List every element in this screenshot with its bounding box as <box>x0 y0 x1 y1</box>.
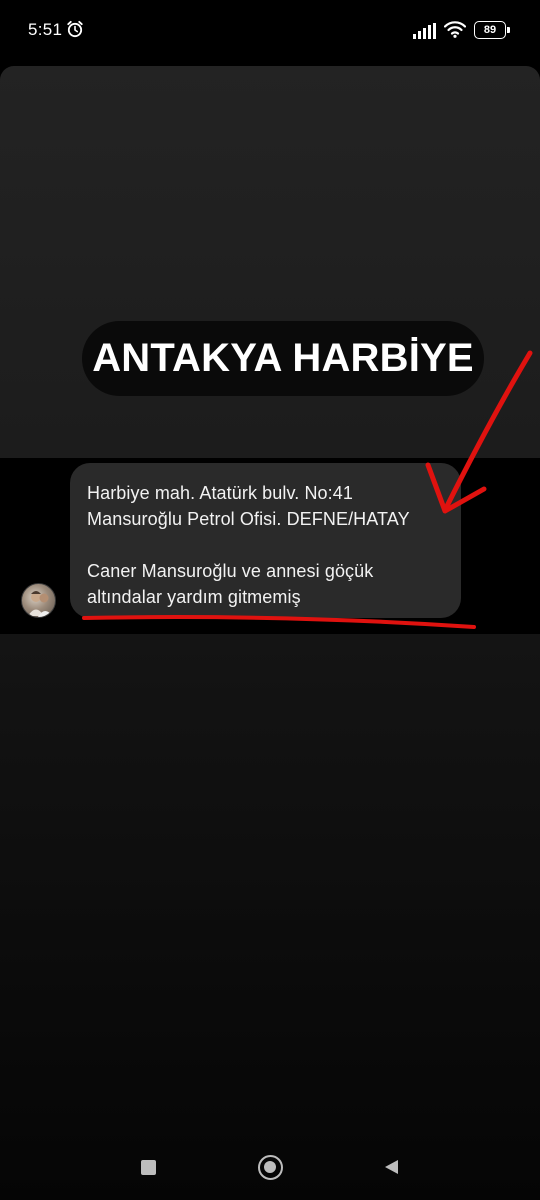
story-card[interactable]: ANTAKYA HARBİYE <box>0 66 540 458</box>
signal-icon <box>413 23 436 39</box>
home-icon[interactable] <box>258 1155 283 1180</box>
recent-apps-icon[interactable] <box>141 1160 156 1175</box>
back-icon[interactable] <box>382 1158 400 1176</box>
status-time: 5:51 <box>28 20 63 39</box>
message-line: altındalar yardım gitmemiş <box>87 587 301 607</box>
empty-area <box>0 634 540 1200</box>
navigation-bar <box>0 1140 540 1200</box>
wifi-icon <box>444 21 466 38</box>
message-bubble[interactable]: Harbiye mah. Atatürk bulv. No:41 Mansuro… <box>70 463 461 618</box>
message-line: Mansuroğlu Petrol Ofisi. DEFNE/HATAY <box>87 509 410 529</box>
avatar-photo <box>28 591 53 617</box>
status-bar: 5:51 89 <box>0 0 540 62</box>
battery-icon: 89 <box>474 21 510 39</box>
avatar[interactable] <box>21 583 56 618</box>
story-title: ANTAKYA HARBİYE <box>92 336 474 380</box>
story-title-pill: ANTAKYA HARBİYE <box>82 321 484 396</box>
message-row: Harbiye mah. Atatürk bulv. No:41 Mansuro… <box>0 458 540 634</box>
message-line: Harbiye mah. Atatürk bulv. No:41 <box>87 483 353 503</box>
message-line: Caner Mansuroğlu ve annesi göçük <box>87 561 374 581</box>
battery-level: 89 <box>483 24 497 36</box>
alarm-icon <box>67 20 83 38</box>
